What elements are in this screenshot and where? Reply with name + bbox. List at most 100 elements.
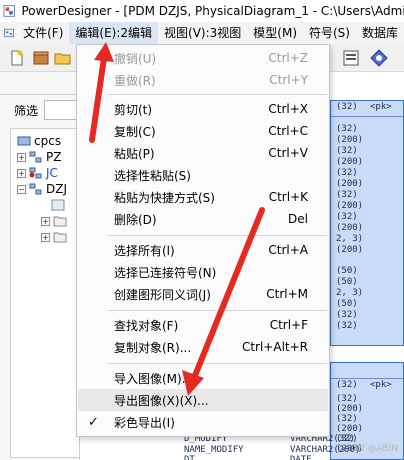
menu-item-delete[interactable]: 删除(D) Del <box>78 208 328 230</box>
folder-icon <box>53 216 67 227</box>
menu-item-shortcut: Ctrl+A <box>268 243 308 257</box>
menu-item-shortcut: Ctrl+Alt+R <box>241 340 308 354</box>
menu-item-paste[interactable]: 粘贴(P) Ctrl+V <box>78 142 328 164</box>
menu-item-shortcut: Ctrl+X <box>268 102 308 116</box>
column-type: (32) <box>336 394 358 404</box>
document-icon[interactable] <box>3 25 15 41</box>
column-type: 2, 3) <box>336 288 364 298</box>
column-type: (32) <box>336 102 358 112</box>
tree-item-diagram[interactable] <box>51 197 68 213</box>
tree-label-dzj: DZJ <box>46 182 67 196</box>
menu-item-shortcut: Del <box>288 212 308 226</box>
open-package-icon[interactable] <box>32 49 50 67</box>
tree-label-cpcs: cpcs <box>34 134 62 148</box>
menu-view[interactable]: 视图(V):3视图 <box>158 22 247 44</box>
properties-icon[interactable] <box>342 49 360 67</box>
tree-item-pz[interactable]: + PZ <box>17 149 61 165</box>
menu-item-shortcut: Ctrl+V <box>268 146 308 160</box>
menu-item-import-image[interactable]: 导入图像(M)... <box>78 367 328 389</box>
tree-item-dzj[interactable]: − DZJ <box>17 181 67 197</box>
menu-item-color-export[interactable]: ✓ 彩色导出(I) <box>78 411 328 433</box>
menu-item-copy-object[interactable]: 复制对象(R)... Ctrl+Alt+R <box>78 336 328 358</box>
menu-item-label: 删除(D) <box>114 212 157 227</box>
menu-bar: 文件(F) 编辑(E):2编辑 视图(V):3视图 模型(M) 符号(S) 数据… <box>0 22 404 44</box>
column-type: (200) <box>336 179 364 189</box>
column-type: (50) <box>336 266 358 276</box>
menu-item-label: 复制对象(R)... <box>114 340 192 355</box>
model-icon <box>29 183 42 195</box>
menu-separator <box>107 235 327 236</box>
column-type: (32) <box>336 124 358 134</box>
menu-item-label: 选择性粘贴(S) <box>114 168 191 183</box>
menu-item-paste-shortcut[interactable]: 粘贴为快捷方式(S) Ctrl+K <box>78 186 328 208</box>
column-datatype: DATE <box>290 455 312 460</box>
model-icon <box>29 167 42 179</box>
expand-icon[interactable]: + <box>17 168 26 178</box>
open-folder-icon[interactable] <box>54 49 72 67</box>
tree-item-jc[interactable]: + JC <box>17 165 58 181</box>
expand-icon[interactable]: + <box>41 232 50 242</box>
menu-item-create-synonym[interactable]: 创建图形同义词(J) Ctrl+M <box>78 283 328 305</box>
column-type: (32) <box>336 310 358 320</box>
expand-icon[interactable]: + <box>41 216 50 226</box>
column-type: (50) <box>336 277 358 287</box>
tree-item-folder-2[interactable]: + <box>41 229 70 245</box>
filter-label: 筛选 <box>14 104 39 118</box>
menu-separator <box>107 363 327 364</box>
menu-item-label: 粘贴(P) <box>114 146 155 161</box>
menu-item-label: 导出图像(X)(X)... <box>114 393 209 408</box>
tree-item-folder-1[interactable]: + <box>41 213 70 229</box>
menu-item-shortcut: Ctrl+Y <box>269 73 308 87</box>
menu-edit[interactable]: 编辑(E):2编辑 <box>69 22 159 44</box>
column-type: (32) <box>336 414 358 424</box>
menu-item-redo[interactable]: 重做(R) Ctrl+Y <box>78 69 328 91</box>
column-type: (200) <box>336 223 364 233</box>
menu-item-find-object[interactable]: 查找对象(F) Ctrl+F <box>78 314 328 336</box>
menu-item-paste-special[interactable]: 选择性粘贴(S) <box>78 164 328 186</box>
column-type: (32) <box>336 321 358 331</box>
new-file-icon[interactable] <box>8 49 26 67</box>
tree-label-pz: PZ <box>46 150 62 164</box>
title-bar: PowerDesigner - [PDM DZJS, PhysicalDiagr… <box>0 0 404 22</box>
menu-item-select-connected[interactable]: 选择已连接符号(N) <box>78 261 328 283</box>
menu-item-label: 选择已连接符号(N) <box>114 265 217 280</box>
menu-item-undo[interactable]: 撤销(U) Ctrl+Z <box>78 47 328 69</box>
pk-marker: <pk> <box>370 380 392 390</box>
column-type: (32) <box>336 212 358 222</box>
tree-item-cpcs[interactable]: cpcs <box>17 133 61 149</box>
menu-symbol[interactable]: 符号(S) <box>303 22 356 44</box>
filter-input[interactable] <box>44 100 80 120</box>
column-name: DT <box>184 455 195 460</box>
menu-separator <box>107 94 327 95</box>
column-type: 2, 3) <box>336 234 364 244</box>
menu-item-label: 重做(R) <box>114 73 156 88</box>
pk-marker: <pk> <box>370 102 392 112</box>
menu-database[interactable]: 数据库 <box>356 22 404 44</box>
collapse-icon[interactable]: − <box>17 184 26 194</box>
watermark: CSDN @ABIN <box>338 444 398 454</box>
column-type: (200) <box>336 135 364 145</box>
column-type: (50) <box>336 299 358 309</box>
folder-icon <box>53 232 67 243</box>
menu-model[interactable]: 模型(M) <box>247 22 303 44</box>
table-header <box>331 363 403 379</box>
menu-file[interactable]: 文件(F) <box>17 22 69 44</box>
menu-item-label: 创建图形同义词(J) <box>114 287 211 302</box>
menu-item-copy[interactable]: 复制(C) Ctrl+C <box>78 120 328 142</box>
workspace-icon <box>17 136 31 146</box>
diagram-icon <box>51 199 65 211</box>
menu-item-cut[interactable]: 剪切(t) Ctrl+X <box>78 98 328 120</box>
help-icon[interactable] <box>370 49 388 67</box>
tree-label-jc: JC <box>46 166 58 180</box>
column-type: (200) <box>336 157 364 167</box>
menu-item-shortcut: Ctrl+K <box>268 190 308 204</box>
menu-item-select-all[interactable]: 选择所有(l) Ctrl+A <box>78 239 328 261</box>
column-type: (32) <box>336 380 358 390</box>
column-type: (200) <box>336 404 364 414</box>
model-tree: cpcs + PZ + JC − DZJ + + <box>10 128 80 458</box>
menu-separator <box>107 310 327 311</box>
expand-icon[interactable]: + <box>17 152 26 162</box>
menu-item-export-image[interactable]: 导出图像(X)(X)... <box>78 389 328 411</box>
menu-item-label: 查找对象(F) <box>114 318 179 333</box>
window-title: PowerDesigner - [PDM DZJS, PhysicalDiagr… <box>21 4 404 18</box>
